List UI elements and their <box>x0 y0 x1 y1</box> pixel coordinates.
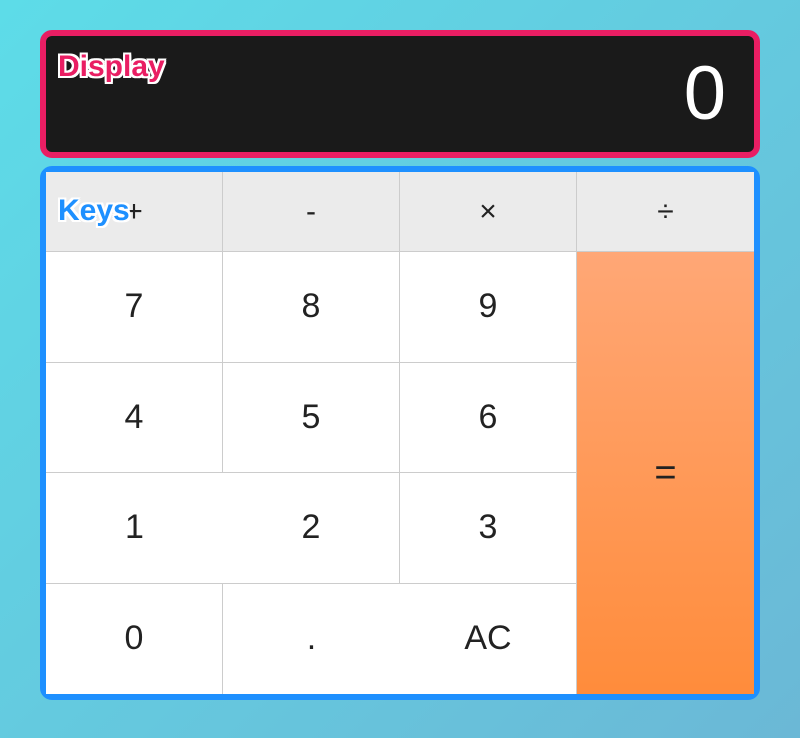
calculator: Display 0 Keys + - × ÷ 7 8 9 = 4 5 6 1 2… <box>40 30 760 700</box>
display-value: 0 <box>684 56 726 132</box>
keys-label: Keys <box>58 194 130 228</box>
key-clear[interactable]: AC <box>400 584 577 695</box>
key-0[interactable]: 0 <box>46 584 223 695</box>
key-8[interactable]: 8 <box>223 252 400 363</box>
key-9[interactable]: 9 <box>400 252 577 363</box>
key-subtract[interactable]: - <box>223 172 400 252</box>
key-1[interactable]: 1 <box>46 473 223 584</box>
key-equals[interactable]: = <box>577 252 754 694</box>
key-divide[interactable]: ÷ <box>577 172 754 252</box>
keys-panel: Keys + - × ÷ 7 8 9 = 4 5 6 1 2 3 0 . AC <box>40 166 760 700</box>
key-decimal[interactable]: . <box>223 584 400 695</box>
key-7[interactable]: 7 <box>46 252 223 363</box>
display-label: Display <box>58 50 165 84</box>
key-5[interactable]: 5 <box>223 363 400 474</box>
key-6[interactable]: 6 <box>400 363 577 474</box>
key-3[interactable]: 3 <box>400 473 577 584</box>
keys-grid: + - × ÷ 7 8 9 = 4 5 6 1 2 3 0 . AC <box>46 172 754 694</box>
key-2[interactable]: 2 <box>223 473 400 584</box>
display-panel: Display 0 <box>40 30 760 158</box>
key-multiply[interactable]: × <box>400 172 577 252</box>
key-4[interactable]: 4 <box>46 363 223 474</box>
